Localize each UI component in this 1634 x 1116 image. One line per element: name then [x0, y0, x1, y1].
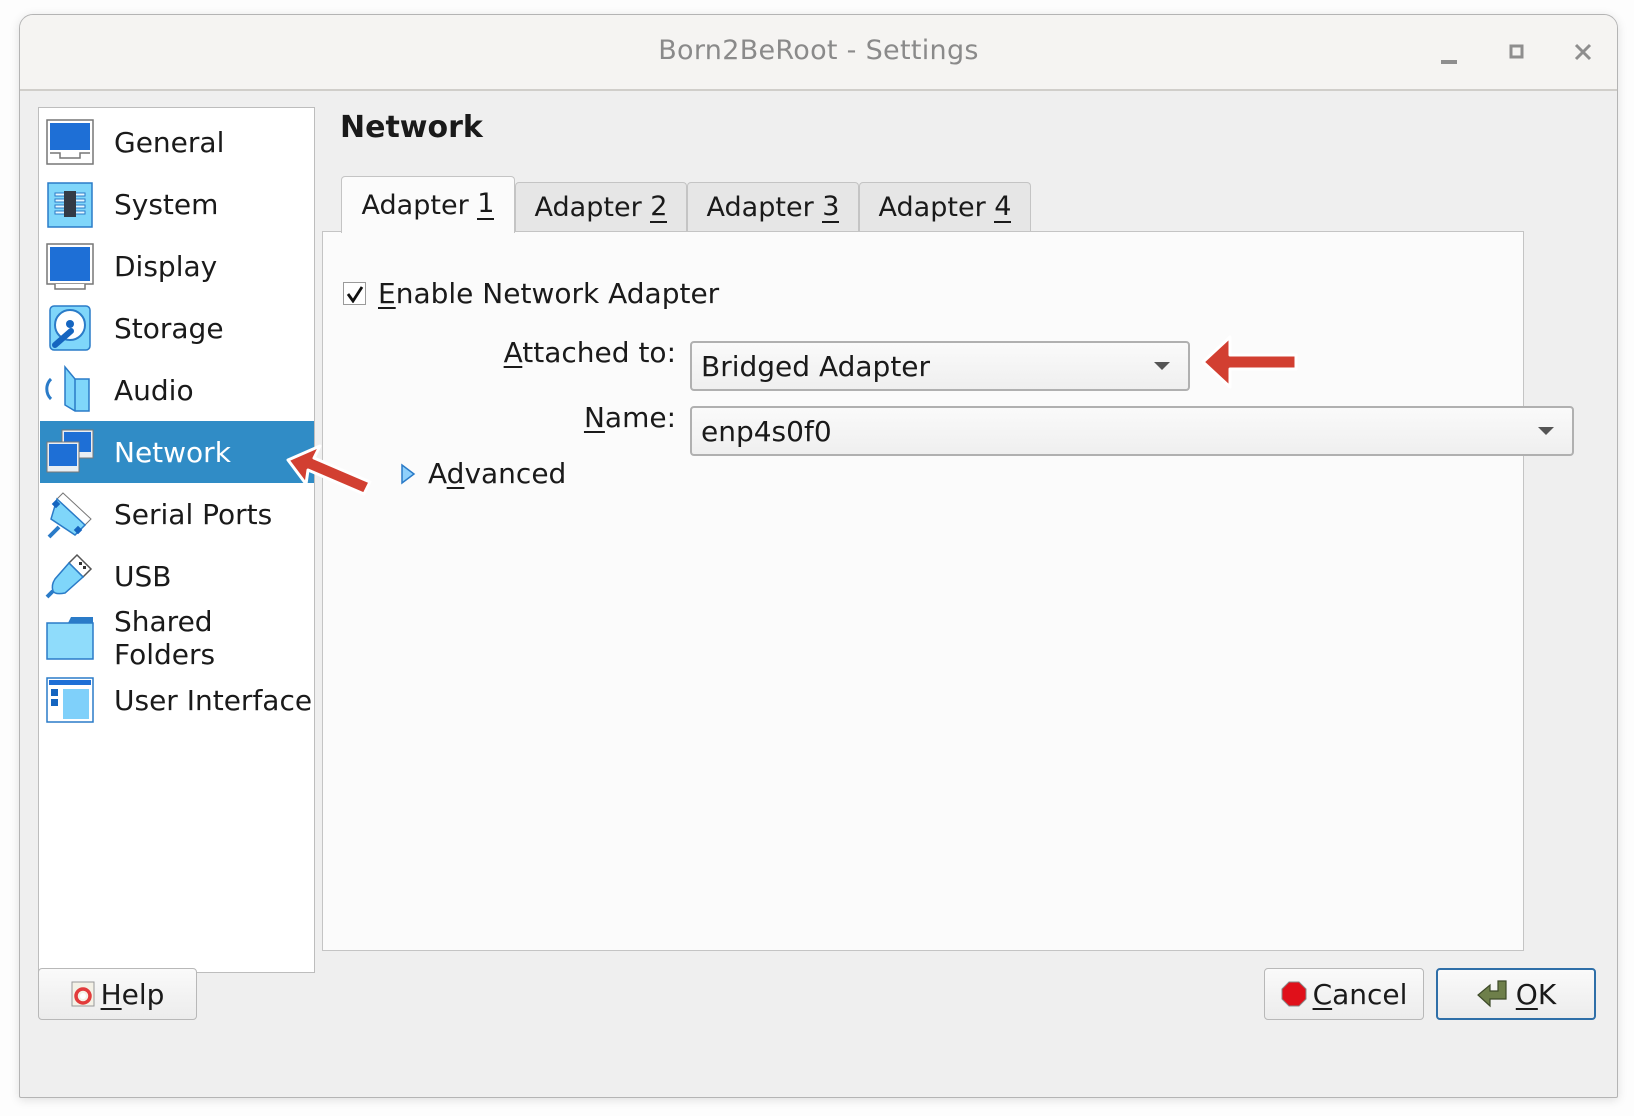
enable-network-adapter-label: Enable Network Adapter — [378, 277, 720, 310]
minimize-button[interactable] — [1435, 41, 1461, 67]
sidebar-item-audio[interactable]: Audio — [40, 359, 314, 421]
sidebar-item-system[interactable]: System — [40, 173, 314, 235]
sidebar-item-general[interactable]: General — [40, 111, 314, 173]
name-label: Name: — [583, 401, 676, 434]
window-title: Born2BeRoot - Settings — [658, 35, 979, 66]
attached-to-select[interactable]: Bridged Adapter — [690, 341, 1190, 391]
page-title: Network — [340, 110, 483, 145]
tab-label: Adapter — [878, 192, 986, 223]
tab-adapter-3[interactable]: Adapter 3 — [687, 182, 859, 232]
help-icon — [71, 981, 95, 1007]
monitor-icon — [46, 119, 94, 165]
ok-button[interactable]: OK — [1436, 968, 1596, 1020]
sidebar-item-label: Shared Folders — [114, 605, 216, 671]
sidebar-item-shared-folders[interactable]: Shared Folders — [40, 605, 314, 671]
sidebar-item-label: Storage — [114, 311, 224, 345]
cancel-button[interactable]: Cancel — [1264, 968, 1424, 1020]
tab-mnemonic: 4 — [994, 190, 1012, 223]
sidebar-item-label: Network — [114, 435, 231, 469]
maximize-icon — [1509, 44, 1524, 59]
sidebar-item-user-interface[interactable]: User Interface — [40, 669, 314, 731]
maximize-button[interactable] — [1504, 41, 1530, 67]
tab-adapter-1[interactable]: Adapter 1 — [341, 176, 515, 233]
help-button[interactable]: Help — [38, 968, 197, 1020]
display-icon — [46, 243, 94, 290]
tab-label: Adapter — [534, 192, 642, 223]
tab-adapter-4[interactable]: Adapter 4 — [859, 182, 1031, 232]
sidebar-item-storage[interactable]: Storage — [40, 297, 314, 359]
chevron-down-icon — [1154, 362, 1170, 370]
advanced-expander[interactable]: Advanced — [398, 457, 566, 490]
network-icon — [46, 429, 94, 473]
attached-to-label: Attached to: — [503, 336, 676, 369]
title-bar: Born2BeRoot - Settings — [20, 15, 1617, 91]
name-select[interactable]: enp4s0f0 — [690, 406, 1574, 456]
settings-category-list: General System Display Storage Audio Net… — [38, 107, 315, 973]
sidebar-item-display[interactable]: Display — [40, 235, 314, 297]
chip-icon — [47, 182, 93, 228]
help-label: Help — [100, 977, 165, 1011]
name-value: enp4s0f0 — [701, 414, 832, 448]
sidebar-item-serial-ports[interactable]: Serial Ports — [40, 483, 314, 545]
ok-label: OK — [1515, 977, 1557, 1011]
chevron-down-icon — [1538, 427, 1554, 435]
tab-adapter-2[interactable]: Adapter 2 — [515, 182, 687, 232]
stop-icon — [1281, 981, 1307, 1007]
speaker-icon — [45, 365, 90, 412]
close-icon — [1574, 43, 1592, 61]
usb-icon — [45, 553, 93, 599]
attached-to-value: Bridged Adapter — [701, 349, 931, 383]
folder-icon — [46, 617, 94, 660]
sidebar-item-label: Display — [114, 249, 218, 283]
enter-arrow-icon — [1476, 980, 1507, 1008]
tab-label: Adapter — [361, 189, 469, 221]
enable-network-adapter-checkbox[interactable]: Enable Network Adapter — [343, 277, 719, 310]
tab-label: Adapter — [706, 192, 814, 223]
sidebar-item-network[interactable]: Network — [40, 421, 314, 483]
minimize-icon — [1441, 60, 1457, 64]
sidebar-item-usb[interactable]: USB — [40, 545, 314, 607]
sidebar-item-label: System — [114, 187, 219, 221]
tab-mnemonic: 3 — [822, 190, 840, 223]
sidebar-item-label: USB — [114, 559, 172, 593]
cancel-label: Cancel — [1312, 977, 1408, 1011]
expand-triangle-icon — [401, 463, 416, 484]
sidebar-item-label: Audio — [114, 373, 194, 407]
tab-mnemonic: 2 — [650, 190, 668, 223]
tab-mnemonic: 1 — [477, 188, 495, 220]
sidebar-item-label: User Interface — [114, 683, 313, 717]
sidebar-item-label: General — [114, 125, 225, 159]
advanced-label: Advanced — [428, 457, 567, 490]
close-button[interactable] — [1571, 41, 1597, 67]
user-interface-icon — [46, 677, 94, 723]
sidebar-item-label: Serial Ports — [114, 497, 273, 531]
serial-port-icon — [47, 492, 92, 539]
hard-disk-icon — [49, 305, 91, 351]
checkbox-box[interactable] — [343, 282, 366, 305]
checkmark-icon — [346, 285, 363, 303]
